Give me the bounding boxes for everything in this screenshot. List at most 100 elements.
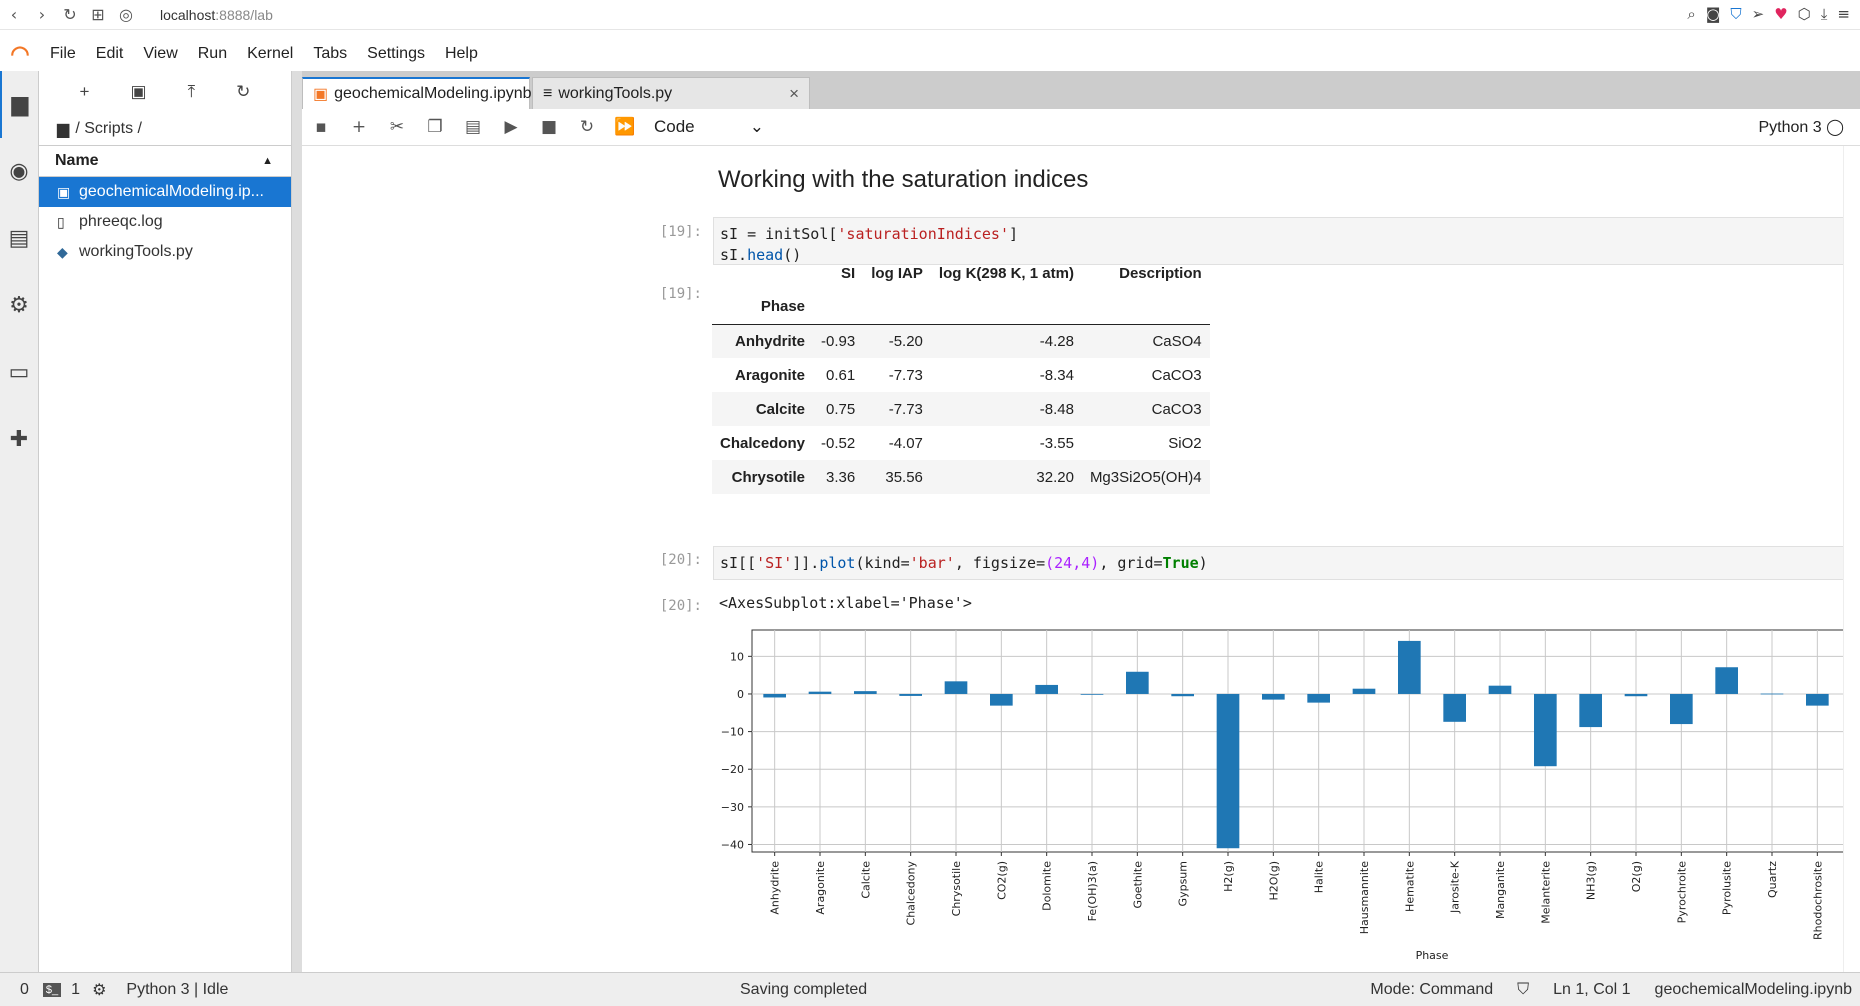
x-tick-label: Anhydrite	[769, 861, 782, 915]
close-icon[interactable]: ×	[789, 84, 799, 104]
x-tick-label: H2(g)	[1222, 861, 1235, 892]
bar	[1624, 693, 1648, 697]
name-column-header[interactable]: Name	[55, 152, 99, 170]
new-launcher-icon[interactable]: +	[80, 82, 90, 102]
shield-icon[interactable]: ⛉	[1730, 5, 1741, 23]
url-port-path: :8888/lab	[215, 6, 273, 23]
status-message: Saving completed	[740, 980, 868, 998]
file-item-log[interactable]: ▯ phreeqc.log	[39, 207, 291, 237]
cell-iap: -7.73	[888, 400, 923, 418]
menu-settings[interactable]: Settings	[357, 45, 435, 63]
text-file-icon: ≡	[543, 84, 553, 102]
sort-up-icon[interactable]: ▲	[262, 155, 273, 167]
x-tick-label: Aragonite	[814, 861, 827, 915]
panel-resizer[interactable]	[292, 71, 302, 972]
upload-icon[interactable]: ⤒	[188, 82, 196, 102]
kernel-name[interactable]: Python 3 ◯	[1758, 117, 1844, 137]
kernel-gear-icon[interactable]: ⚙	[92, 980, 106, 1000]
folder-icon[interactable]: ▆	[0, 71, 38, 138]
new-folder-icon[interactable]: ▣	[131, 82, 147, 102]
code-cell-20[interactable]: sI[['SI']].plot(kind='bar', figsize=(24,…	[713, 546, 1860, 580]
table-row: Chrysotile 3.36 35.56 32.20 Mg3Si2O5(OH)4	[712, 460, 1210, 494]
tab-notebook[interactable]: ▣geochemicalModeling.ipynb×	[302, 77, 542, 109]
file-list-header[interactable]: Name ▲	[39, 145, 291, 177]
heart-icon[interactable]: ♥	[1774, 5, 1787, 23]
kernel-status[interactable]: Python 3 | Idle	[126, 981, 228, 999]
cursor-position[interactable]: Ln 1, Col 1	[1553, 981, 1630, 999]
column-header: log IAP	[871, 264, 923, 282]
menu-help[interactable]: Help	[435, 45, 488, 63]
bar	[1398, 640, 1421, 694]
paste-icon[interactable]: ▤	[454, 117, 492, 137]
x-tick-label: Pyrochroite	[1675, 861, 1688, 924]
folder-crumb-icon[interactable]: ▆	[57, 119, 69, 139]
cell-type-select[interactable]: Code ⌄	[654, 117, 764, 137]
kernel-status-icon: ◯	[1826, 119, 1844, 136]
x-tick-label: Jarosite-K	[1449, 860, 1462, 914]
x-tick-label: Quartz	[1766, 861, 1779, 898]
bar	[854, 691, 877, 694]
cut-icon[interactable]: ✂	[378, 117, 416, 137]
browser-toolbar: ‹ › ↻ ⊞ ◎ localhost:8888/lab ⌕ ◙ ⛉ ➢ ♥ ⬡…	[0, 0, 1860, 30]
row-index: Calcite	[755, 400, 806, 418]
terminal-count[interactable]: 1	[71, 981, 80, 999]
tab-python-file[interactable]: ≡ workingTools.py ×	[532, 77, 810, 109]
menu-icon[interactable]: ≡	[1837, 5, 1850, 23]
insert-cell-icon[interactable]: +	[340, 117, 378, 137]
menu-run[interactable]: Run	[188, 45, 237, 63]
trusted-icon[interactable]: ⛉	[1517, 981, 1529, 999]
y-tick-label: −30	[721, 801, 744, 814]
restart-icon[interactable]: ↻	[568, 117, 606, 137]
copy-icon[interactable]: ❐	[416, 117, 454, 137]
y-tick-label: −10	[721, 726, 744, 739]
dataframe-table: SI log IAP log K(298 K, 1 atm) Descripti…	[712, 256, 1210, 494]
run-icon[interactable]: ▶	[492, 117, 530, 137]
x-tick-label: Dolomite	[1041, 861, 1054, 911]
address-bar[interactable]: localhost:8888/lab	[160, 7, 273, 23]
cell-desc: SiO2	[1168, 434, 1202, 452]
forward-icon[interactable]: ›	[28, 5, 56, 24]
markdown-heading: Working with the saturation indices	[718, 166, 1089, 193]
bar	[1080, 693, 1104, 695]
zoom-icon[interactable]: ⌕	[1687, 5, 1695, 23]
fast-forward-icon[interactable]: ⏩	[606, 117, 644, 137]
commands-icon[interactable]: ▤	[0, 205, 38, 272]
menu-kernel[interactable]: Kernel	[237, 45, 303, 63]
column-header: SI	[841, 264, 856, 282]
url-host: localhost	[160, 6, 216, 23]
send-icon[interactable]: ➢	[1752, 5, 1765, 23]
bar	[1760, 693, 1784, 695]
cell-logk: -8.34	[1039, 366, 1074, 384]
back-icon[interactable]: ‹	[0, 5, 28, 24]
save-icon[interactable]: ▪	[302, 117, 340, 137]
file-name: workingTools.py	[79, 243, 193, 260]
property-inspector-icon[interactable]: ⚙	[0, 272, 38, 339]
file-item-python[interactable]: ◆ workingTools.py	[39, 237, 291, 267]
file-item-notebook[interactable]: ▣ geochemicalModeling.ip...	[39, 177, 291, 207]
x-tick-label: NH3(g)	[1585, 861, 1598, 900]
breadcrumb-path[interactable]: / Scripts /	[75, 120, 142, 138]
bar	[1352, 688, 1376, 694]
refresh-icon[interactable]: ↻	[236, 82, 250, 102]
stop-icon[interactable]: ■	[530, 117, 568, 137]
document-tabbar: ▣ geochemicalModeling.ipynb × ≡ workingTool…	[302, 71, 1860, 109]
apps-icon[interactable]: ⊞	[84, 5, 112, 24]
running-icon[interactable]: ◉	[0, 138, 38, 205]
code-line: sI = initSol['saturationIndices']	[720, 224, 1860, 245]
menu-file[interactable]: File	[40, 45, 86, 63]
reload-icon[interactable]: ↻	[56, 5, 84, 24]
cell-si: -0.52	[821, 434, 856, 452]
cell-si: 0.61	[826, 366, 856, 384]
running-count[interactable]: 0	[20, 981, 29, 999]
download-icon[interactable]: ⤓	[1821, 5, 1828, 23]
x-tick-label: Rhodochrosite	[1811, 861, 1824, 940]
terminal-icon[interactable]: $_	[42, 982, 62, 997]
bar	[1262, 693, 1285, 700]
menu-edit[interactable]: Edit	[86, 45, 134, 63]
tabs-icon[interactable]: ▭	[0, 339, 38, 406]
menu-tabs[interactable]: Tabs	[303, 45, 357, 63]
extension-icon[interactable]: ✚	[0, 406, 38, 473]
menu-view[interactable]: View	[133, 45, 187, 63]
box-icon[interactable]: ⬡	[1798, 5, 1811, 23]
camera-icon[interactable]: ◙	[1706, 5, 1721, 23]
